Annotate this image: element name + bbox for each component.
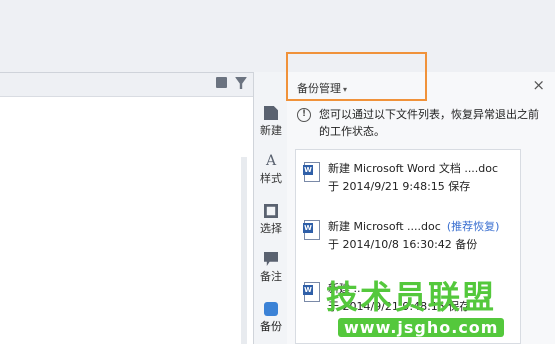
info-text: 您可以通过以下文件列表，恢复异常退出之前的工作状态。 (319, 108, 539, 138)
toolbar-item-style[interactable]: A 样式 (254, 154, 288, 186)
select-icon (264, 204, 278, 218)
filter-icon[interactable] (235, 77, 247, 89)
item-title: 新建 Microsoft ....doc (推荐恢复) (328, 218, 499, 234)
toolbar-item-new[interactable]: 新建 (254, 106, 288, 138)
list-item[interactable]: W 新建 Microsoft ....doc (推荐恢复) 于 2014/10/8… (296, 212, 520, 260)
watermark-url: www.jsgho.com (338, 318, 505, 337)
recommended-restore-tag[interactable]: (推荐恢复) (447, 220, 500, 233)
highlight-box (286, 52, 427, 101)
item-subtitle: 于 2014/9/21 9:48:15 保存 (328, 180, 471, 193)
toolbar-item-select[interactable]: 选择 (254, 204, 288, 236)
backup-icon (264, 302, 278, 316)
list-item[interactable]: W 新建 Microsoft Word 文档 ....doc 于 2014/9/… (296, 154, 520, 202)
toolbar-item-note[interactable]: 备注 (254, 252, 288, 284)
toolbar-item-label: 选择 (260, 222, 282, 235)
toolbar-item-label: 备注 (260, 270, 282, 283)
info-icon: ! (297, 108, 311, 122)
style-icon: A (265, 153, 277, 169)
item-title: 新建 Microsoft Word 文档 ....doc (328, 162, 499, 175)
window-icon[interactable] (216, 77, 227, 88)
vertical-scrollbar[interactable] (241, 157, 247, 344)
note-icon (264, 252, 278, 266)
toolbar-item-label: 备份 (260, 320, 282, 333)
word-doc-icon: W (303, 282, 320, 302)
watermark: 技术员联盟 www.jsgho.com (326, 272, 526, 342)
toolbar-item-label: 样式 (260, 172, 282, 185)
document-area (0, 72, 253, 344)
new-doc-icon (264, 106, 278, 120)
top-blank-area (0, 0, 555, 72)
item-subtitle: 于 2014/10/8 16:30:42 备份 (328, 238, 478, 251)
item-title-text: 新建 Microsoft ....doc (328, 220, 441, 233)
document-header-bar (0, 73, 253, 97)
close-button[interactable]: × (532, 76, 545, 94)
watermark-brand: 技术员联盟 (326, 278, 497, 316)
document-canvas[interactable] (0, 97, 253, 344)
word-doc-icon: W (303, 162, 320, 182)
task-pane-toolbar: 新建 A 样式 选择 备注 备份 (253, 72, 287, 344)
toolbar-item-label: 新建 (260, 124, 282, 137)
toolbar-item-backup[interactable]: 备份 (254, 302, 288, 334)
word-doc-icon: W (303, 220, 320, 240)
info-message: ! 您可以通过以下文件列表，恢复异常退出之前的工作状态。 (297, 106, 545, 142)
